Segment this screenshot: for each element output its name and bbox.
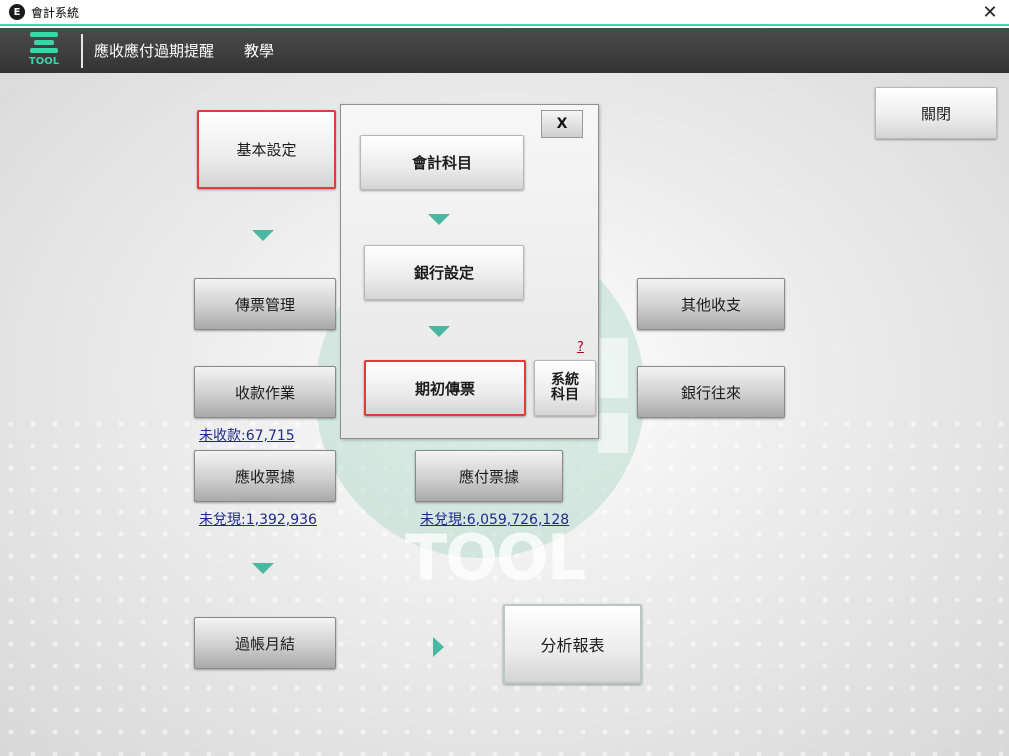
notes-payable-unredeemed-link[interactable]: 未兌現:6,059,726,128 <box>420 509 569 529</box>
popup-close-button[interactable]: X <box>541 110 583 138</box>
analysis-report-button[interactable]: 分析報表 <box>503 604 642 684</box>
logo-e-icon <box>30 32 58 54</box>
opening-vouchers-label: 期初傳票 <box>414 379 475 398</box>
window-title: 會計系統 <box>31 5 80 20</box>
month-end-closing-button[interactable]: 過帳月結 <box>194 617 336 669</box>
arrow-down-icon <box>428 214 450 225</box>
logo-text: TOOL <box>28 56 60 67</box>
arrow-down-icon <box>252 230 274 241</box>
system-subjects-label-line1: 系統 <box>551 372 579 388</box>
app-header: TOOL 應收應付過期提醒 教學 <box>0 28 1009 73</box>
system-subjects-label-line2: 科目 <box>551 387 579 403</box>
help-link[interactable]: ? <box>577 340 584 355</box>
header-divider <box>81 34 83 68</box>
other-income-expense-button[interactable]: 其他收支 <box>637 278 785 330</box>
watermark-bar <box>598 413 628 453</box>
system-subjects-button[interactable]: 系統 科目 <box>534 360 596 416</box>
nav-tutorial[interactable]: 教學 <box>244 40 274 61</box>
window-titlebar: E 會計系統 ✕ <box>0 0 1009 26</box>
voucher-management-button[interactable]: 傳票管理 <box>194 278 336 330</box>
close-button[interactable]: 關閉 <box>875 87 997 139</box>
nav-overdue-reminder[interactable]: 應收應付過期提醒 <box>94 40 214 61</box>
basic-settings-popup: X 會計科目 銀行設定 ? 期初傳票 系統 科目 <box>340 104 599 439</box>
notes-receivable-unredeemed-link[interactable]: 未兌現:1,392,936 <box>199 509 317 529</box>
notes-receivable-button[interactable]: 應收票據 <box>194 450 336 502</box>
watermark-bar <box>598 338 628 398</box>
watermark-text: TOOL <box>405 521 586 594</box>
main-area: TOOL 基本設定 傳票管理 收款作業 未收款:67,715 應收票據 未兌現:… <box>0 73 1009 756</box>
bank-settings-button[interactable]: 銀行設定 <box>364 245 524 300</box>
basic-settings-button[interactable]: 基本設定 <box>197 110 336 189</box>
accounting-subjects-button[interactable]: 會計科目 <box>360 135 524 190</box>
arrow-down-icon <box>252 563 274 574</box>
app-logo-icon: E <box>9 4 25 20</box>
bank-transactions-button[interactable]: 銀行往來 <box>637 366 785 418</box>
opening-vouchers-button[interactable]: 期初傳票 <box>364 360 526 416</box>
notes-payable-button[interactable]: 應付票據 <box>415 450 563 502</box>
arrow-right-icon <box>433 637 444 657</box>
receipt-operations-button[interactable]: 收款作業 <box>194 366 336 418</box>
uncollected-amount-link[interactable]: 未收款:67,715 <box>199 425 295 445</box>
arrow-down-icon <box>428 326 450 337</box>
etool-logo: TOOL <box>28 32 60 70</box>
window-close-icon[interactable]: ✕ <box>979 2 1001 24</box>
